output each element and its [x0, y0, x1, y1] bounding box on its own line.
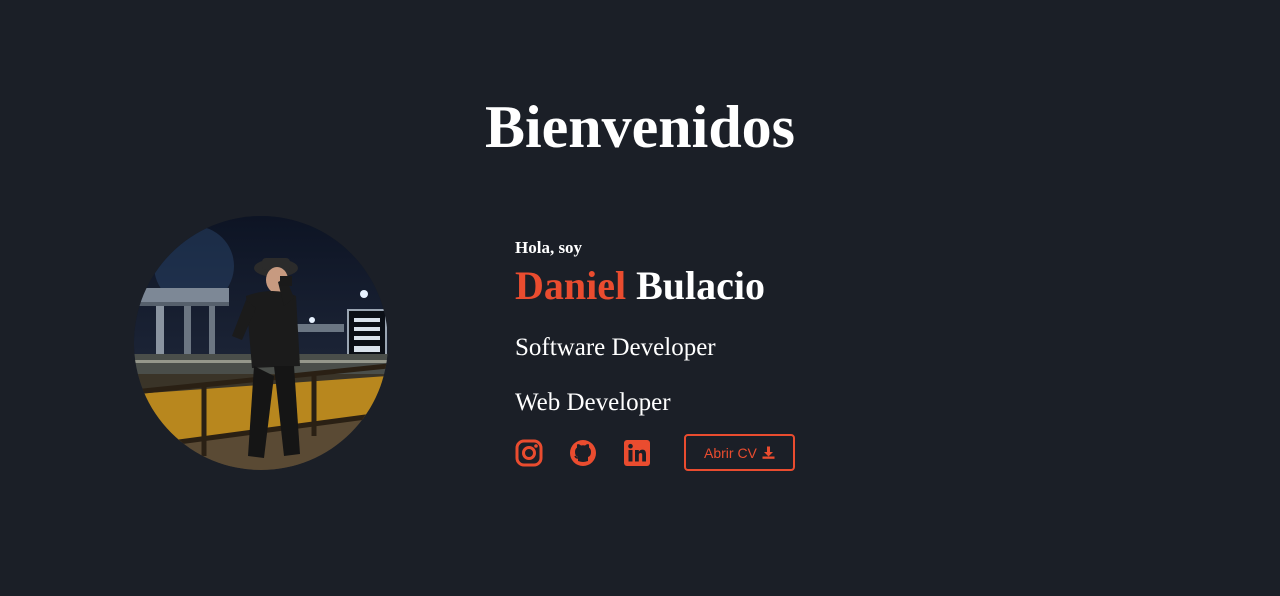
- linkedin-link[interactable]: [623, 439, 651, 467]
- instagram-link[interactable]: [515, 439, 543, 467]
- role-web-developer: Web Developer: [515, 389, 671, 416]
- linkedin-icon: [624, 439, 650, 466]
- open-cv-button[interactable]: Abrir CV: [684, 434, 795, 471]
- last-name: Bulacio: [636, 263, 766, 308]
- download-icon: [762, 446, 775, 459]
- github-icon: [570, 439, 596, 466]
- profile-photo: [134, 216, 388, 470]
- page-title: Bienvenidos: [484, 94, 796, 160]
- open-cv-label: Abrir CV: [704, 444, 757, 461]
- greeting-text: Hola, soy: [515, 238, 583, 257]
- instagram-icon: [515, 439, 543, 466]
- profile-photo-illustration: [134, 216, 388, 470]
- social-links: Abrir CV: [515, 434, 795, 471]
- full-name: Daniel Bulacio: [515, 262, 915, 310]
- role-software-developer: Software Developer: [515, 334, 716, 361]
- first-name: Daniel: [515, 263, 627, 308]
- page: Bienvenidos Hola, soy Daniel Bulacio Sof…: [0, 0, 1280, 596]
- intro-block: Hola, soy Daniel Bulacio Software Develo…: [515, 236, 915, 416]
- github-link[interactable]: [569, 439, 597, 467]
